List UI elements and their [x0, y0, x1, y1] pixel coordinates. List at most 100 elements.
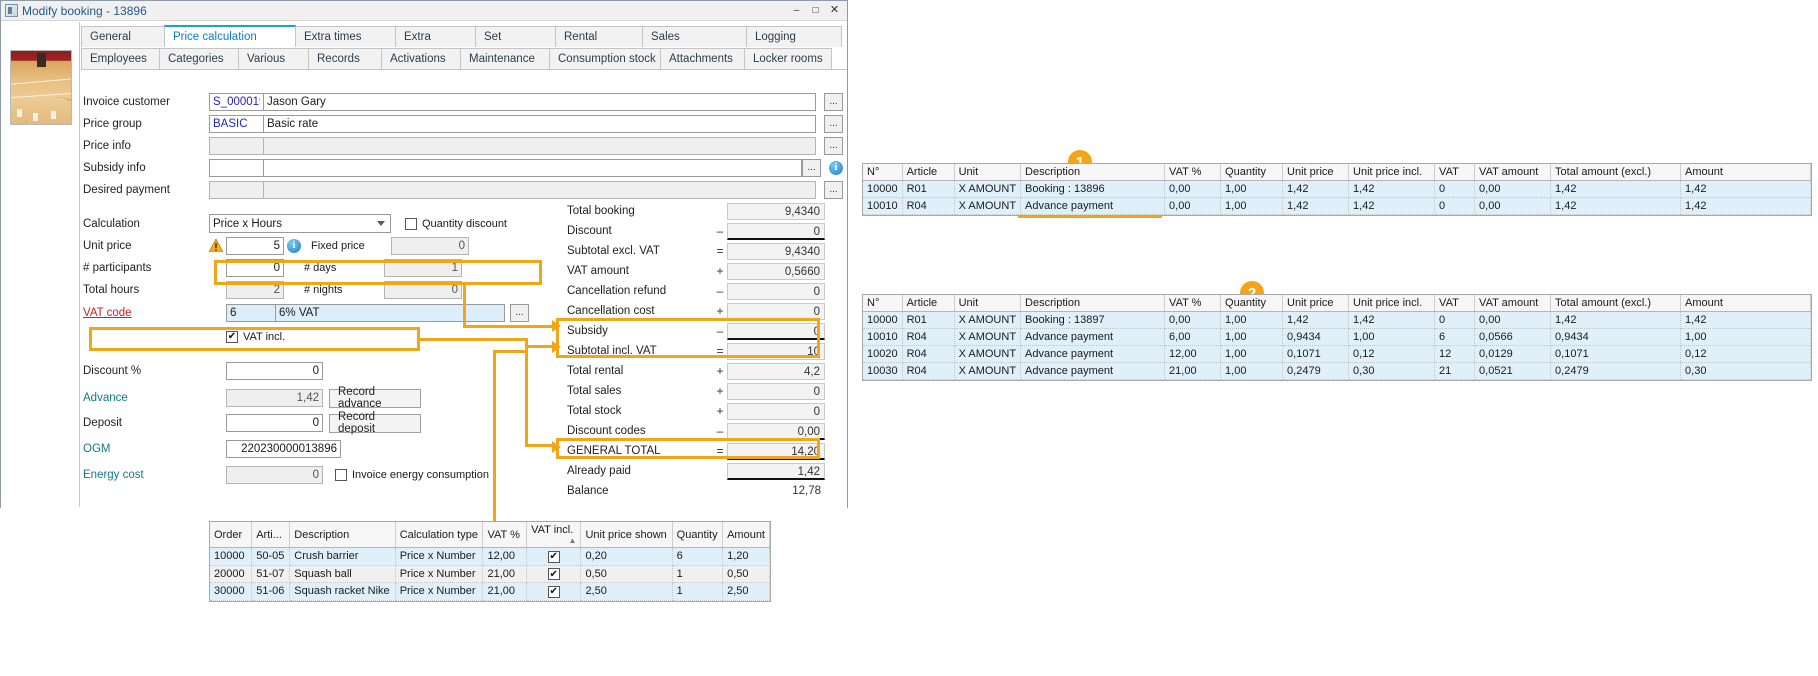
table-row[interactable]: 10000 R01 X AMOUNT Booking : 13896 0,00 … [863, 181, 1811, 198]
minimize-button[interactable]: – [788, 3, 805, 18]
table-row[interactable]: 10010 R04 X AMOUNT Advance payment 6,00 … [863, 329, 1811, 346]
g3-col-quantity[interactable]: Quantity [672, 522, 722, 548]
rental-lines-grid[interactable]: Order Arti... Description Calculation ty… [209, 521, 771, 602]
g1-col-amount[interactable]: Amount [1681, 164, 1811, 181]
vat-code-input[interactable] [226, 304, 276, 322]
table-row[interactable]: 20000 51-07 Squash ball Price x Number 2… [210, 565, 770, 583]
g2-col-total-excl[interactable]: Total amount (excl.) [1551, 295, 1681, 312]
g2-col-vat-amount[interactable]: VAT amount [1475, 295, 1551, 312]
maximize-button[interactable]: □ [807, 3, 824, 18]
tab-employees[interactable]: Employees [81, 48, 160, 69]
quantity-discount-checkbox[interactable] [405, 218, 417, 230]
g3-col-amount[interactable]: Amount [723, 522, 770, 548]
g2-col-vat[interactable]: VAT [1435, 295, 1475, 312]
tab-general[interactable]: General [81, 26, 165, 47]
subsidy-info-icon[interactable]: i [829, 161, 843, 175]
g1-col-unit-price-incl[interactable]: Unit price incl. [1349, 164, 1435, 181]
tab-consumption-stock[interactable]: Consumption stock [549, 48, 661, 69]
tab-various[interactable]: Various [238, 48, 309, 69]
g1-col-quantity[interactable]: Quantity [1221, 164, 1283, 181]
tab-price-calculation[interactable]: Price calculation [164, 25, 296, 47]
g2-col-vat-pct[interactable]: VAT % [1165, 295, 1221, 312]
g2-col-unit[interactable]: Unit [954, 295, 1020, 312]
g1-col-unit[interactable]: Unit [954, 164, 1020, 181]
g3-col-calculation-type[interactable]: Calculation type [395, 522, 483, 548]
table-row[interactable]: 10020 R04 X AMOUNT Advance payment 12,00… [863, 346, 1811, 363]
table-row[interactable]: 10030 R04 X AMOUNT Advance payment 21,00… [863, 363, 1811, 380]
calculation-select[interactable]: Price x Hours [209, 214, 391, 233]
g1-col-unit-price[interactable]: Unit price [1283, 164, 1349, 181]
desired-payment-browse-button[interactable]: ... [824, 181, 843, 199]
table-row[interactable]: 30000 51-06 Squash racket Nike Price x N… [210, 583, 770, 601]
g2-col-unit-price[interactable]: Unit price [1283, 295, 1349, 312]
advance-input[interactable] [226, 389, 323, 407]
g1-col-no[interactable]: N° [863, 164, 902, 181]
record-deposit-button[interactable]: Record deposit [329, 414, 421, 433]
g1-col-total-excl[interactable]: Total amount (excl.) [1551, 164, 1681, 181]
g3-col-article[interactable]: Arti... [252, 522, 290, 548]
desired-payment-code-input[interactable] [209, 181, 264, 199]
price-group-name-input[interactable] [263, 115, 816, 133]
invoice-lines-grid-1[interactable]: N° Article Unit Description VAT % Quanti… [862, 163, 1812, 216]
table-row[interactable]: 10000 50-05 Crush barrier Price x Number… [210, 548, 770, 566]
vat-code-browse-button[interactable]: ... [510, 304, 529, 322]
g3-col-order[interactable]: Order [210, 522, 252, 548]
table-row[interactable]: 10010 R04 X AMOUNT Advance payment 0,00 … [863, 198, 1811, 215]
price-group-browse-button[interactable]: ... [824, 115, 843, 133]
ogm-label[interactable]: OGM [83, 443, 209, 455]
advance-label[interactable]: Advance [83, 392, 209, 404]
subsidy-info-code-input[interactable] [209, 159, 264, 177]
subsidy-info-name-input[interactable] [263, 159, 802, 177]
table-row[interactable]: 10000 R01 X AMOUNT Booking : 13897 0,00 … [863, 312, 1811, 329]
vat-code-name-input[interactable] [275, 304, 505, 322]
unit-price-input[interactable] [226, 237, 284, 255]
price-info-code-input[interactable] [209, 137, 264, 155]
tab-logging[interactable]: Logging [746, 26, 842, 47]
days-input[interactable] [384, 259, 462, 277]
g3-r1-vat-incl-cell[interactable]: ✔ [527, 565, 581, 583]
price-info-browse-button[interactable]: ... [824, 137, 843, 155]
g2-col-amount[interactable]: Amount [1681, 295, 1811, 312]
price-group-code-input[interactable] [209, 115, 264, 133]
g3-col-vat-incl[interactable]: VAT incl.▲ [527, 522, 581, 548]
g1-col-article[interactable]: Article [902, 164, 954, 181]
g3-r2-vat-incl-cell[interactable]: ✔ [527, 583, 581, 601]
discount-pct-input[interactable] [226, 362, 323, 380]
record-advance-button[interactable]: Record advance [329, 389, 421, 408]
tab-locker-rooms[interactable]: Locker rooms [744, 48, 832, 69]
g2-col-article[interactable]: Article [902, 295, 954, 312]
g1-col-vat-pct[interactable]: VAT % [1165, 164, 1221, 181]
g3-col-unit-price-shown[interactable]: Unit price shown [581, 522, 672, 548]
tab-set[interactable]: Set [475, 26, 556, 47]
tab-extra[interactable]: Extra [395, 26, 476, 47]
vat-incl-checkbox[interactable]: ✔ [226, 331, 238, 343]
g3-r2-vat-incl-checkbox[interactable]: ✔ [548, 586, 560, 598]
tab-records[interactable]: Records [308, 48, 382, 69]
ogm-input[interactable] [226, 440, 341, 458]
g2-col-no[interactable]: N° [863, 295, 902, 312]
tab-attachments[interactable]: Attachments [660, 48, 745, 69]
energy-cost-input[interactable] [226, 466, 323, 484]
g3-col-vat-pct[interactable]: VAT % [483, 522, 527, 548]
tab-categories[interactable]: Categories [159, 48, 239, 69]
invoice-customer-code-input[interactable] [209, 93, 264, 111]
invoice-customer-browse-button[interactable]: ... [824, 93, 843, 111]
g1-col-vat[interactable]: VAT [1435, 164, 1475, 181]
energy-cost-label[interactable]: Energy cost [83, 469, 209, 481]
tab-maintenance[interactable]: Maintenance [460, 48, 550, 69]
g3-r0-vat-incl-cell[interactable]: ✔ [527, 548, 581, 566]
total-hours-input[interactable] [226, 281, 284, 299]
tab-extra-times[interactable]: Extra times [295, 26, 396, 47]
g1-col-vat-amount[interactable]: VAT amount [1475, 164, 1551, 181]
g3-col-description[interactable]: Description [290, 522, 395, 548]
g2-col-quantity[interactable]: Quantity [1221, 295, 1283, 312]
g2-col-unit-price-incl[interactable]: Unit price incl. [1349, 295, 1435, 312]
close-button[interactable]: ✕ [826, 3, 843, 18]
tab-activations[interactable]: Activations [381, 48, 461, 69]
unit-price-info-icon[interactable]: i [287, 239, 301, 253]
tab-sales[interactable]: Sales [642, 26, 747, 47]
deposit-input[interactable] [226, 414, 323, 432]
g2-col-description[interactable]: Description [1021, 295, 1165, 312]
invoice-energy-checkbox[interactable] [335, 469, 347, 481]
g3-r0-vat-incl-checkbox[interactable]: ✔ [548, 551, 560, 563]
